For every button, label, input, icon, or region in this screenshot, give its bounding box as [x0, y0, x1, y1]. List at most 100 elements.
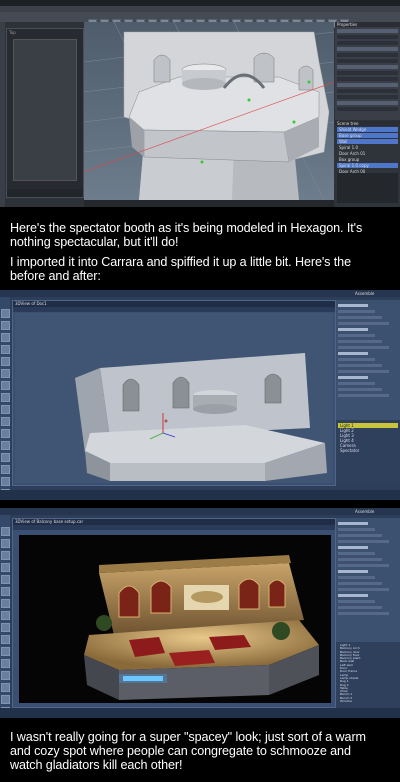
property-row[interactable] — [337, 29, 398, 33]
scene-tree-item[interactable]: Base group — [337, 133, 398, 138]
property-row[interactable] — [337, 59, 398, 63]
hexagon-model-render — [84, 22, 334, 200]
carrara-tool-icon[interactable] — [1, 393, 10, 402]
carrara-tree-item[interactable]: Window — [338, 699, 398, 703]
carrara-property-row[interactable] — [338, 328, 368, 331]
carrara-tree-item[interactable]: Spectator — [338, 448, 398, 453]
property-row[interactable] — [337, 101, 398, 105]
carrara-tool-icon[interactable] — [1, 539, 10, 548]
carrara-property-row[interactable] — [338, 358, 375, 361]
property-row[interactable] — [337, 95, 398, 99]
carrara-after-viewbar — [13, 525, 335, 530]
carrara-tool-icon[interactable] — [1, 465, 10, 474]
carrara-property-row[interactable] — [338, 540, 389, 543]
scene-tree-item[interactable]: Box group — [337, 157, 398, 162]
carrara-before-viewport[interactable] — [15, 313, 333, 483]
carrara-property-row[interactable] — [338, 334, 375, 337]
carrara-tool-icon[interactable] — [1, 575, 10, 584]
carrara-property-row[interactable] — [338, 564, 389, 567]
carrara-tool-icon[interactable] — [1, 623, 10, 632]
carrara-property-row[interactable] — [338, 364, 382, 367]
carrara-tool-icon[interactable] — [1, 357, 10, 366]
carrara-tool-icon[interactable] — [1, 683, 10, 692]
carrara-after-left-tools — [0, 515, 10, 716]
carrara-property-row[interactable] — [338, 576, 375, 579]
carrara-tool-icon[interactable] — [1, 321, 10, 330]
carrara-tool-icon[interactable] — [1, 345, 10, 354]
scene-tree-item[interactable]: Door Arch 01 — [337, 151, 398, 156]
property-row[interactable] — [337, 47, 398, 51]
property-row[interactable] — [337, 107, 398, 111]
carrara-property-row[interactable] — [338, 612, 389, 615]
hexagon-left-palette — [0, 22, 5, 207]
carrara-tool-icon[interactable] — [1, 381, 10, 390]
carrara-tool-icon[interactable] — [1, 551, 10, 560]
carrara-tool-icon[interactable] — [1, 563, 10, 572]
carrara-property-row[interactable] — [338, 382, 375, 385]
property-row[interactable] — [337, 41, 398, 45]
carrara-property-row[interactable] — [338, 304, 368, 307]
carrara-property-row[interactable] — [338, 600, 375, 603]
carrara-tool-icon[interactable] — [1, 429, 10, 438]
carrara-tool-icon[interactable] — [1, 659, 10, 668]
carrara-property-row[interactable] — [338, 528, 375, 531]
carrara-tool-icon[interactable] — [1, 309, 10, 318]
carrara-property-row[interactable] — [338, 606, 382, 609]
carrara-property-row[interactable] — [338, 588, 389, 591]
properties-header: Properties — [335, 22, 400, 27]
carrara-tool-icon[interactable] — [1, 695, 10, 704]
carrara-property-row[interactable] — [338, 346, 389, 349]
carrara-property-row[interactable] — [338, 388, 382, 391]
property-row[interactable] — [337, 89, 398, 93]
scene-tree-item[interactable]: Wall — [337, 139, 398, 144]
scene-tree-item[interactable]: Shield Wedge — [337, 127, 398, 132]
carrara-tool-icon[interactable] — [1, 405, 10, 414]
carrara-property-row[interactable] — [338, 394, 389, 397]
property-row[interactable] — [337, 71, 398, 75]
carrara-property-row[interactable] — [338, 370, 389, 373]
carrara-property-row[interactable] — [338, 546, 368, 549]
carrara-property-row[interactable] — [338, 552, 375, 555]
carrara-tool-icon[interactable] — [1, 369, 10, 378]
hexagon-3d-viewport[interactable] — [84, 22, 334, 200]
carrara-property-row[interactable] — [338, 322, 389, 325]
carrara-after-menubar: Assemble — [0, 508, 400, 524]
carrara-tool-icon[interactable] — [1, 599, 10, 608]
carrara-tool-icon[interactable] — [1, 453, 10, 462]
side-view-label: Top — [9, 30, 16, 35]
carrara-tool-icon[interactable] — [1, 671, 10, 680]
carrara-property-row[interactable] — [338, 582, 382, 585]
carrara-after-viewport[interactable] — [19, 535, 331, 703]
carrara-tool-icon[interactable] — [1, 477, 10, 486]
carrara-property-row[interactable] — [338, 534, 382, 537]
property-row[interactable] — [337, 35, 398, 39]
carrara-property-row[interactable] — [338, 376, 368, 379]
property-row[interactable] — [337, 65, 398, 69]
carrara-property-row[interactable] — [338, 316, 382, 319]
carrara-property-row[interactable] — [338, 558, 382, 561]
carrara-property-row[interactable] — [338, 352, 368, 355]
carrara-property-row[interactable] — [338, 310, 375, 313]
carrara-after-render — [19, 535, 331, 703]
carrara-tool-icon[interactable] — [1, 333, 10, 342]
carrara-property-row[interactable] — [338, 522, 368, 525]
property-row[interactable] — [337, 77, 398, 81]
property-row[interactable] — [337, 53, 398, 57]
carrara-tool-icon[interactable] — [1, 587, 10, 596]
carrara-property-row[interactable] — [338, 594, 368, 597]
scene-tree-item[interactable]: Spiral 1.0 — [337, 145, 398, 150]
scene-tree-title: Scene tree — [337, 121, 359, 126]
carrara-after-properties — [336, 518, 400, 642]
property-row[interactable] — [337, 83, 398, 87]
carrara-before-room: Assemble — [355, 291, 375, 296]
carrara-tool-icon[interactable] — [1, 635, 10, 644]
caption-carrara-line-2: before and after: — [10, 269, 101, 283]
carrara-tool-icon[interactable] — [1, 527, 10, 536]
carrara-tool-icon[interactable] — [1, 417, 10, 426]
scene-tree-item[interactable]: Spiral 1.0 copy — [337, 163, 398, 168]
carrara-tool-icon[interactable] — [1, 647, 10, 656]
carrara-tool-icon[interactable] — [1, 611, 10, 620]
carrara-property-row[interactable] — [338, 340, 382, 343]
carrara-property-row[interactable] — [338, 570, 368, 573]
carrara-tool-icon[interactable] — [1, 441, 10, 450]
